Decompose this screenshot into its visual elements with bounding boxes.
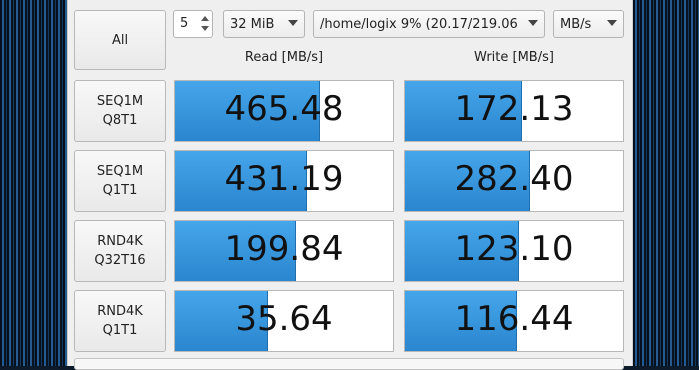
- read-result-meter: 199.84: [174, 220, 394, 282]
- chevron-down-icon: [528, 20, 538, 26]
- write-column-header: Write [MB/s]: [474, 50, 554, 65]
- size-value: 32 MiB: [230, 16, 275, 32]
- spin-up-icon[interactable]: [200, 13, 210, 24]
- desktop-background-left: [0, 0, 69, 366]
- read-result-value: 431.19: [224, 159, 344, 199]
- test-button[interactable]: SEQ1M Q1T1: [74, 150, 166, 212]
- test-label-line1: SEQ1M: [96, 164, 144, 179]
- write-result-meter: 282.40: [404, 150, 624, 212]
- test-label-line1: SEQ1M: [96, 94, 144, 109]
- desktop-background-right: [632, 0, 699, 366]
- read-result-meter: 465.48: [174, 80, 394, 142]
- test-label-line2: Q1T1: [102, 183, 138, 198]
- target-value: /home/logix 9% (20.17/219.06: [320, 16, 518, 32]
- read-result-meter: 35.64: [174, 290, 394, 352]
- test-button[interactable]: RND4K Q32T16: [74, 220, 166, 282]
- test-label-line2: Q8T1: [102, 113, 138, 128]
- spin-down-icon[interactable]: [200, 24, 210, 35]
- read-result-value: 35.64: [235, 299, 333, 339]
- test-button[interactable]: RND4K Q1T1: [74, 290, 166, 352]
- write-result-meter: 123.10: [404, 220, 624, 282]
- read-result-value: 465.48: [224, 89, 344, 129]
- diskmark-window: All 5 32 MiB /home/logix 9% (20.17/219.0…: [67, 0, 633, 370]
- test-button[interactable]: SEQ1M Q8T1: [74, 80, 166, 142]
- count-value: 5: [180, 16, 189, 31]
- unit-value: MB/s: [560, 16, 592, 32]
- mix-row-partial: [74, 358, 624, 370]
- size-select[interactable]: 32 MiB: [223, 10, 305, 38]
- all-button[interactable]: All: [74, 10, 166, 70]
- count-spinbox[interactable]: 5: [173, 10, 213, 38]
- target-select[interactable]: /home/logix 9% (20.17/219.06: [313, 10, 545, 38]
- read-column-header: Read [MB/s]: [244, 50, 324, 65]
- write-result-value: 123.10: [454, 229, 574, 269]
- test-label-line2: Q32T16: [94, 253, 146, 268]
- write-result-meter: 116.44: [404, 290, 624, 352]
- test-label-line1: RND4K: [97, 234, 143, 249]
- write-result-meter: 172.13: [404, 80, 624, 142]
- all-button-label: All: [111, 32, 129, 48]
- write-result-value: 116.44: [454, 299, 574, 339]
- test-label-line1: RND4K: [97, 304, 143, 319]
- unit-select[interactable]: MB/s: [553, 10, 624, 38]
- read-result-value: 199.84: [224, 229, 344, 269]
- write-result-value: 282.40: [454, 159, 574, 199]
- read-result-meter: 431.19: [174, 150, 394, 212]
- chevron-down-icon: [288, 20, 298, 26]
- write-result-value: 172.13: [454, 89, 574, 129]
- test-label-line2: Q1T1: [102, 323, 138, 338]
- chevron-down-icon: [607, 20, 617, 26]
